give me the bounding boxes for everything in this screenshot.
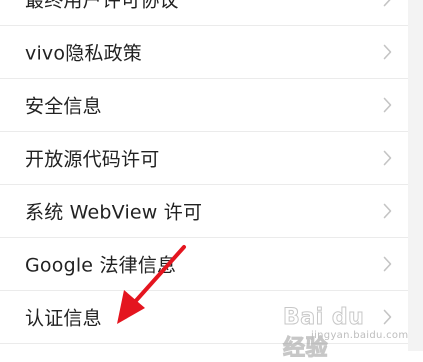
chevron-right-icon — [383, 44, 392, 60]
watermark-sub: jingyan.baidu.com — [311, 330, 409, 341]
settings-list: 最终用户许可协议 vivo隐私政策 安全信息 开放源代码许可 系统 WebVie… — [0, 0, 408, 344]
list-item-label: 最终用户许可协议 — [25, 0, 179, 12]
chevron-right-icon — [383, 203, 392, 219]
list-item-open-source-licenses[interactable]: 开放源代码许可 — [0, 132, 408, 185]
list-item-label: 开放源代码许可 — [25, 148, 160, 171]
list-item-eula[interactable]: 最终用户许可协议 — [0, 0, 408, 26]
baidu-watermark: Bai du 经验 jingyan.baidu.com — [283, 301, 409, 362]
list-item-label: 安全信息 — [25, 95, 102, 118]
list-item-google-legal[interactable]: Google 法律信息 — [0, 238, 408, 291]
list-item-webview-license[interactable]: 系统 WebView 许可 — [0, 185, 408, 238]
list-item-safety-info[interactable]: 安全信息 — [0, 79, 408, 132]
chevron-right-icon — [383, 256, 392, 272]
list-item-label: 系统 WebView 许可 — [25, 201, 203, 224]
chevron-right-icon — [383, 97, 392, 113]
list-item-label: vivo隐私政策 — [25, 42, 142, 65]
chevron-right-icon — [383, 0, 391, 7]
list-item-label: 认证信息 — [25, 307, 102, 330]
chevron-right-icon — [383, 150, 392, 166]
list-item-label: Google 法律信息 — [25, 254, 177, 277]
scrollbar-track — [408, 0, 423, 351]
list-item-vivo-privacy-policy[interactable]: vivo隐私政策 — [0, 26, 408, 79]
